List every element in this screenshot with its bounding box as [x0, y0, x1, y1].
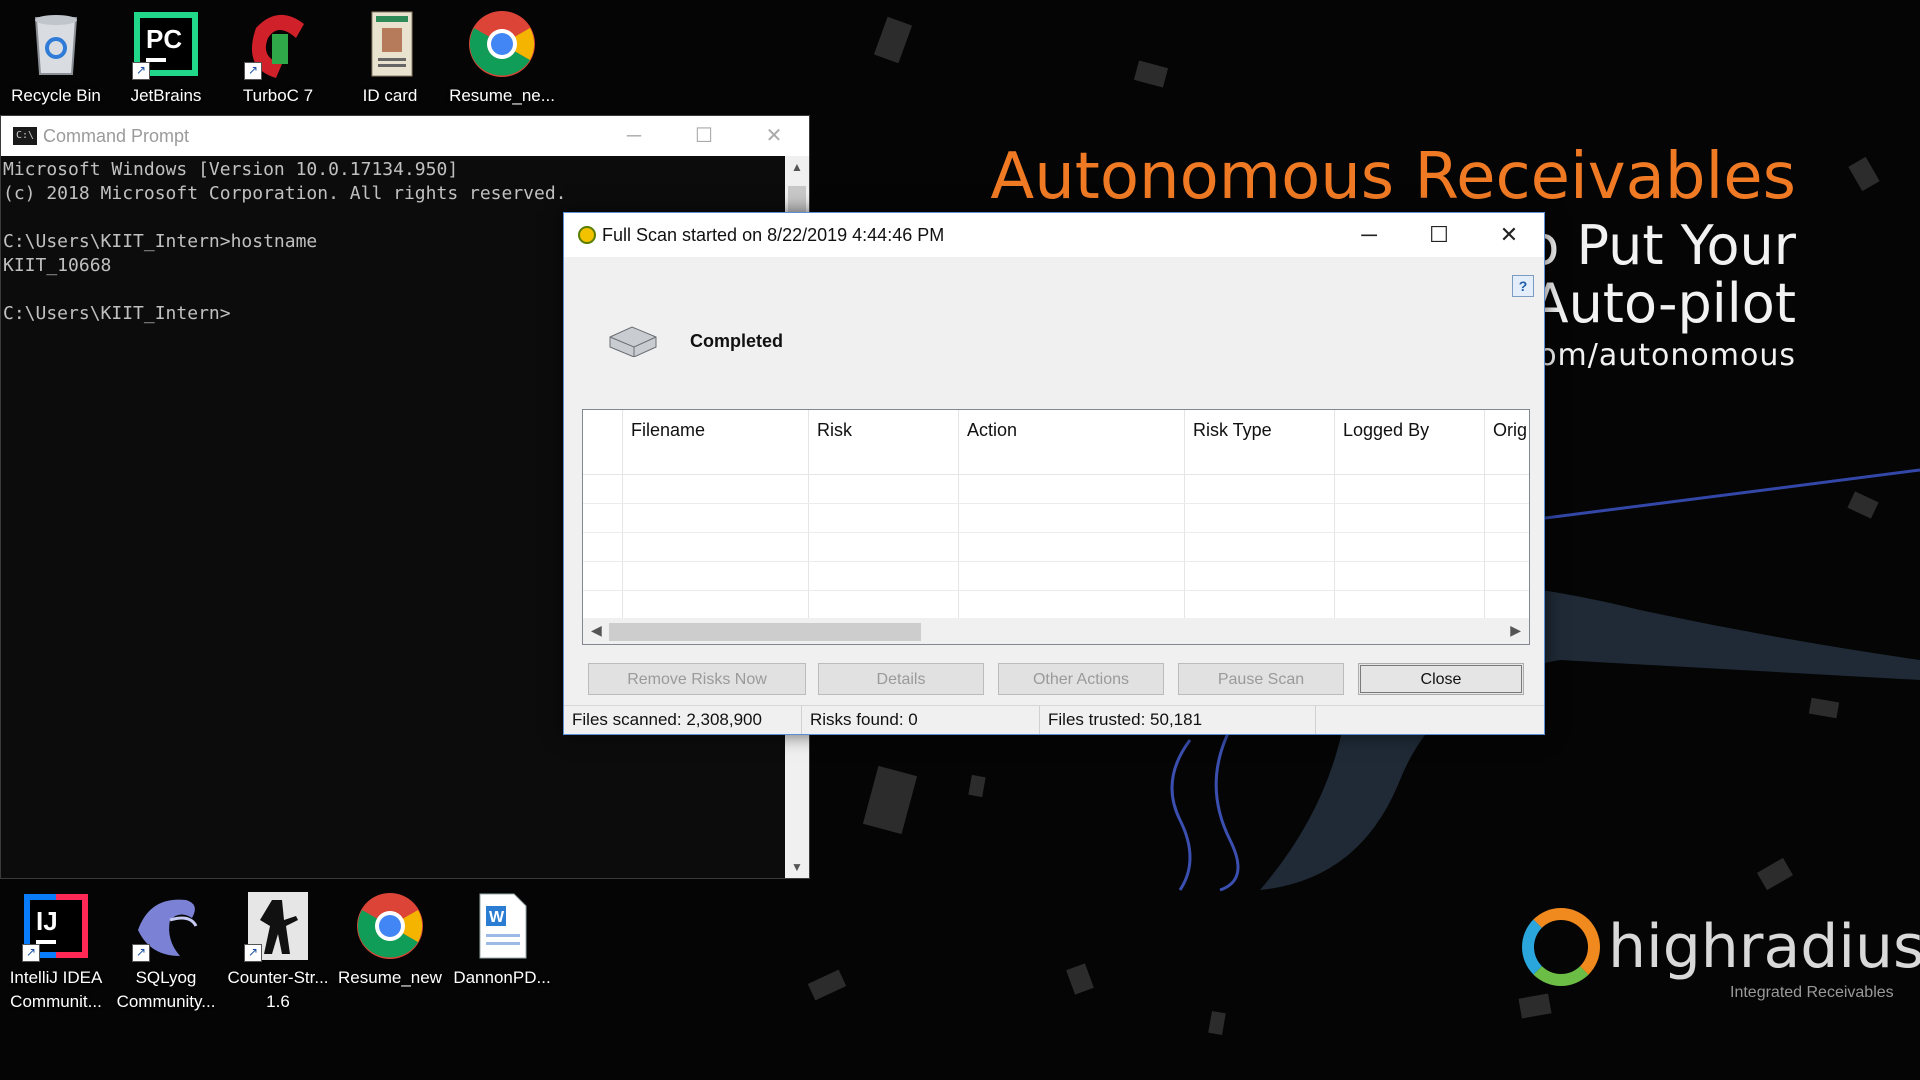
wallpaper-confetti [1133, 60, 1169, 88]
intellij-icon: IJ ↗ [20, 890, 92, 962]
scan-status: Completed [690, 331, 784, 351]
scan-title: Full Scan started on 8/22/2019 4:44:46 P… [602, 224, 945, 245]
scroll-up-arrow-icon[interactable]: ▲ [785, 160, 809, 174]
files-scanned-count: Files scanned: 2,308,900 [564, 706, 802, 734]
minimize-button[interactable]: ─ [1334, 213, 1404, 257]
column-header-risk-type[interactable]: Risk Type [1185, 410, 1335, 474]
desktop-icon-dannonpd[interactable]: W DannonPD... [448, 890, 556, 990]
desktop-icon-recycle-bin[interactable]: Recycle Bin [2, 8, 110, 108]
highradius-logo-icon [1522, 908, 1600, 986]
wallpaper-confetti [968, 774, 986, 798]
highradius-tagline: Integrated Receivables [1730, 984, 1894, 1001]
turboc-icon: ↗ [242, 8, 314, 80]
chrome-icon [354, 890, 426, 962]
scroll-down-arrow-icon[interactable]: ▼ [785, 860, 809, 874]
table-header: Filename Risk Action Risk Type Logged By… [583, 410, 1529, 475]
wallpaper-confetti [807, 969, 847, 1001]
shortcut-arrow-icon: ↗ [132, 62, 150, 80]
maximize-button[interactable]: ☐ [1404, 213, 1474, 257]
cmd-titlebar[interactable]: C:\ Command Prompt ─ ☐ ✕ [1, 116, 809, 156]
shortcut-arrow-icon: ↗ [132, 944, 150, 962]
shortcut-arrow-icon: ↗ [244, 62, 262, 80]
scrollbar-thumb[interactable] [609, 623, 921, 641]
full-scan-dialog[interactable]: Full Scan started on 8/22/2019 4:44:46 P… [563, 212, 1545, 735]
maximize-button[interactable]: ☐ [669, 116, 739, 156]
column-header-risk[interactable]: Risk [809, 410, 959, 474]
word-document-icon: W [466, 890, 538, 962]
wallpaper-confetti [1848, 156, 1880, 192]
wallpaper-confetti [1208, 1010, 1226, 1036]
other-actions-button[interactable]: Other Actions [998, 663, 1164, 695]
hard-drive-icon [608, 323, 658, 358]
table-row [583, 591, 1529, 620]
help-icon[interactable]: ? [1512, 275, 1534, 297]
table-row [583, 504, 1529, 533]
wallpaper-confetti [1518, 993, 1552, 1019]
norton-shield-icon [578, 226, 596, 244]
results-table[interactable]: Filename Risk Action Risk Type Logged By… [582, 409, 1530, 645]
chrome-icon [466, 8, 538, 80]
column-header-action[interactable]: Action [959, 410, 1185, 474]
scroll-left-arrow-icon[interactable]: ◀ [591, 622, 602, 639]
table-row [583, 533, 1529, 562]
shortcut-arrow-icon: ↗ [244, 944, 262, 962]
table-horizontal-scrollbar[interactable]: ◀ ▶ [583, 618, 1529, 644]
table-header-spacer [583, 410, 623, 474]
close-button[interactable]: ✕ [1474, 213, 1544, 257]
highradius-brand: highradius [1608, 912, 1920, 982]
desktop-icon-resume-new[interactable]: Resume_new [336, 890, 444, 990]
sqlyog-dolphin-icon: ↗ [130, 890, 202, 962]
wallpaper-confetti [1066, 963, 1094, 995]
desktop-icon-intellij[interactable]: IJ ↗ IntelliJ IDEA Communit... [2, 890, 110, 1014]
wallpaper-url: com/autonomous [1520, 338, 1796, 373]
desktop-icon-id-card[interactable]: ID card [336, 8, 444, 108]
wallpaper-line: o Put Your [1526, 214, 1796, 277]
risks-found-count: Risks found: 0 [802, 706, 1040, 734]
shortcut-arrow-icon: ↗ [22, 944, 40, 962]
minimize-button[interactable]: ─ [599, 116, 669, 156]
recycle-bin-icon [20, 8, 92, 80]
counter-strike-icon: ↗ [242, 890, 314, 962]
table-row [583, 475, 1529, 504]
svg-text:IJ: IJ [36, 906, 58, 936]
desktop-icon-counter-strike[interactable]: ↗ Counter-Str... 1.6 [224, 890, 332, 1014]
desktop-icon-jetbrains[interactable]: PC ↗ JetBrains [112, 8, 220, 108]
scroll-right-arrow-icon[interactable]: ▶ [1510, 622, 1521, 639]
desktop-icon-resume-ne[interactable]: Resume_ne... [448, 8, 556, 108]
column-header-filename[interactable]: Filename [623, 410, 809, 474]
pause-scan-button[interactable]: Pause Scan [1178, 663, 1344, 695]
scan-titlebar[interactable]: Full Scan started on 8/22/2019 4:44:46 P… [564, 213, 1544, 257]
remove-risks-now-button[interactable]: Remove Risks Now [588, 663, 806, 695]
id-card-icon [354, 8, 426, 80]
wallpaper-confetti [862, 765, 918, 835]
svg-text:PC: PC [146, 24, 182, 54]
close-dialog-button[interactable]: Close [1358, 663, 1524, 695]
desktop-icon-sqlyog[interactable]: ↗ SQLyog Community... [112, 890, 220, 1014]
scan-status-bar: Files scanned: 2,308,900 Risks found: 0 … [564, 705, 1544, 734]
wallpaper-line: Auto-pilot [1531, 272, 1796, 335]
svg-text:W: W [489, 909, 505, 926]
pycharm-icon: PC ↗ [130, 8, 202, 80]
close-button[interactable]: ✕ [739, 116, 809, 156]
cmd-title: Command Prompt [43, 125, 190, 146]
wallpaper-title: Autonomous Receivables [990, 140, 1796, 214]
console-icon: C:\ [13, 127, 37, 145]
table-row [583, 562, 1529, 591]
column-header-logged-by[interactable]: Logged By [1335, 410, 1485, 474]
files-trusted-count: Files trusted: 50,181 [1040, 706, 1316, 734]
details-button[interactable]: Details [818, 663, 984, 695]
wallpaper-confetti [873, 16, 913, 64]
desktop-icon-turboc[interactable]: ↗ TurboC 7 [224, 8, 332, 108]
column-header-orig[interactable]: Orig [1485, 410, 1529, 474]
